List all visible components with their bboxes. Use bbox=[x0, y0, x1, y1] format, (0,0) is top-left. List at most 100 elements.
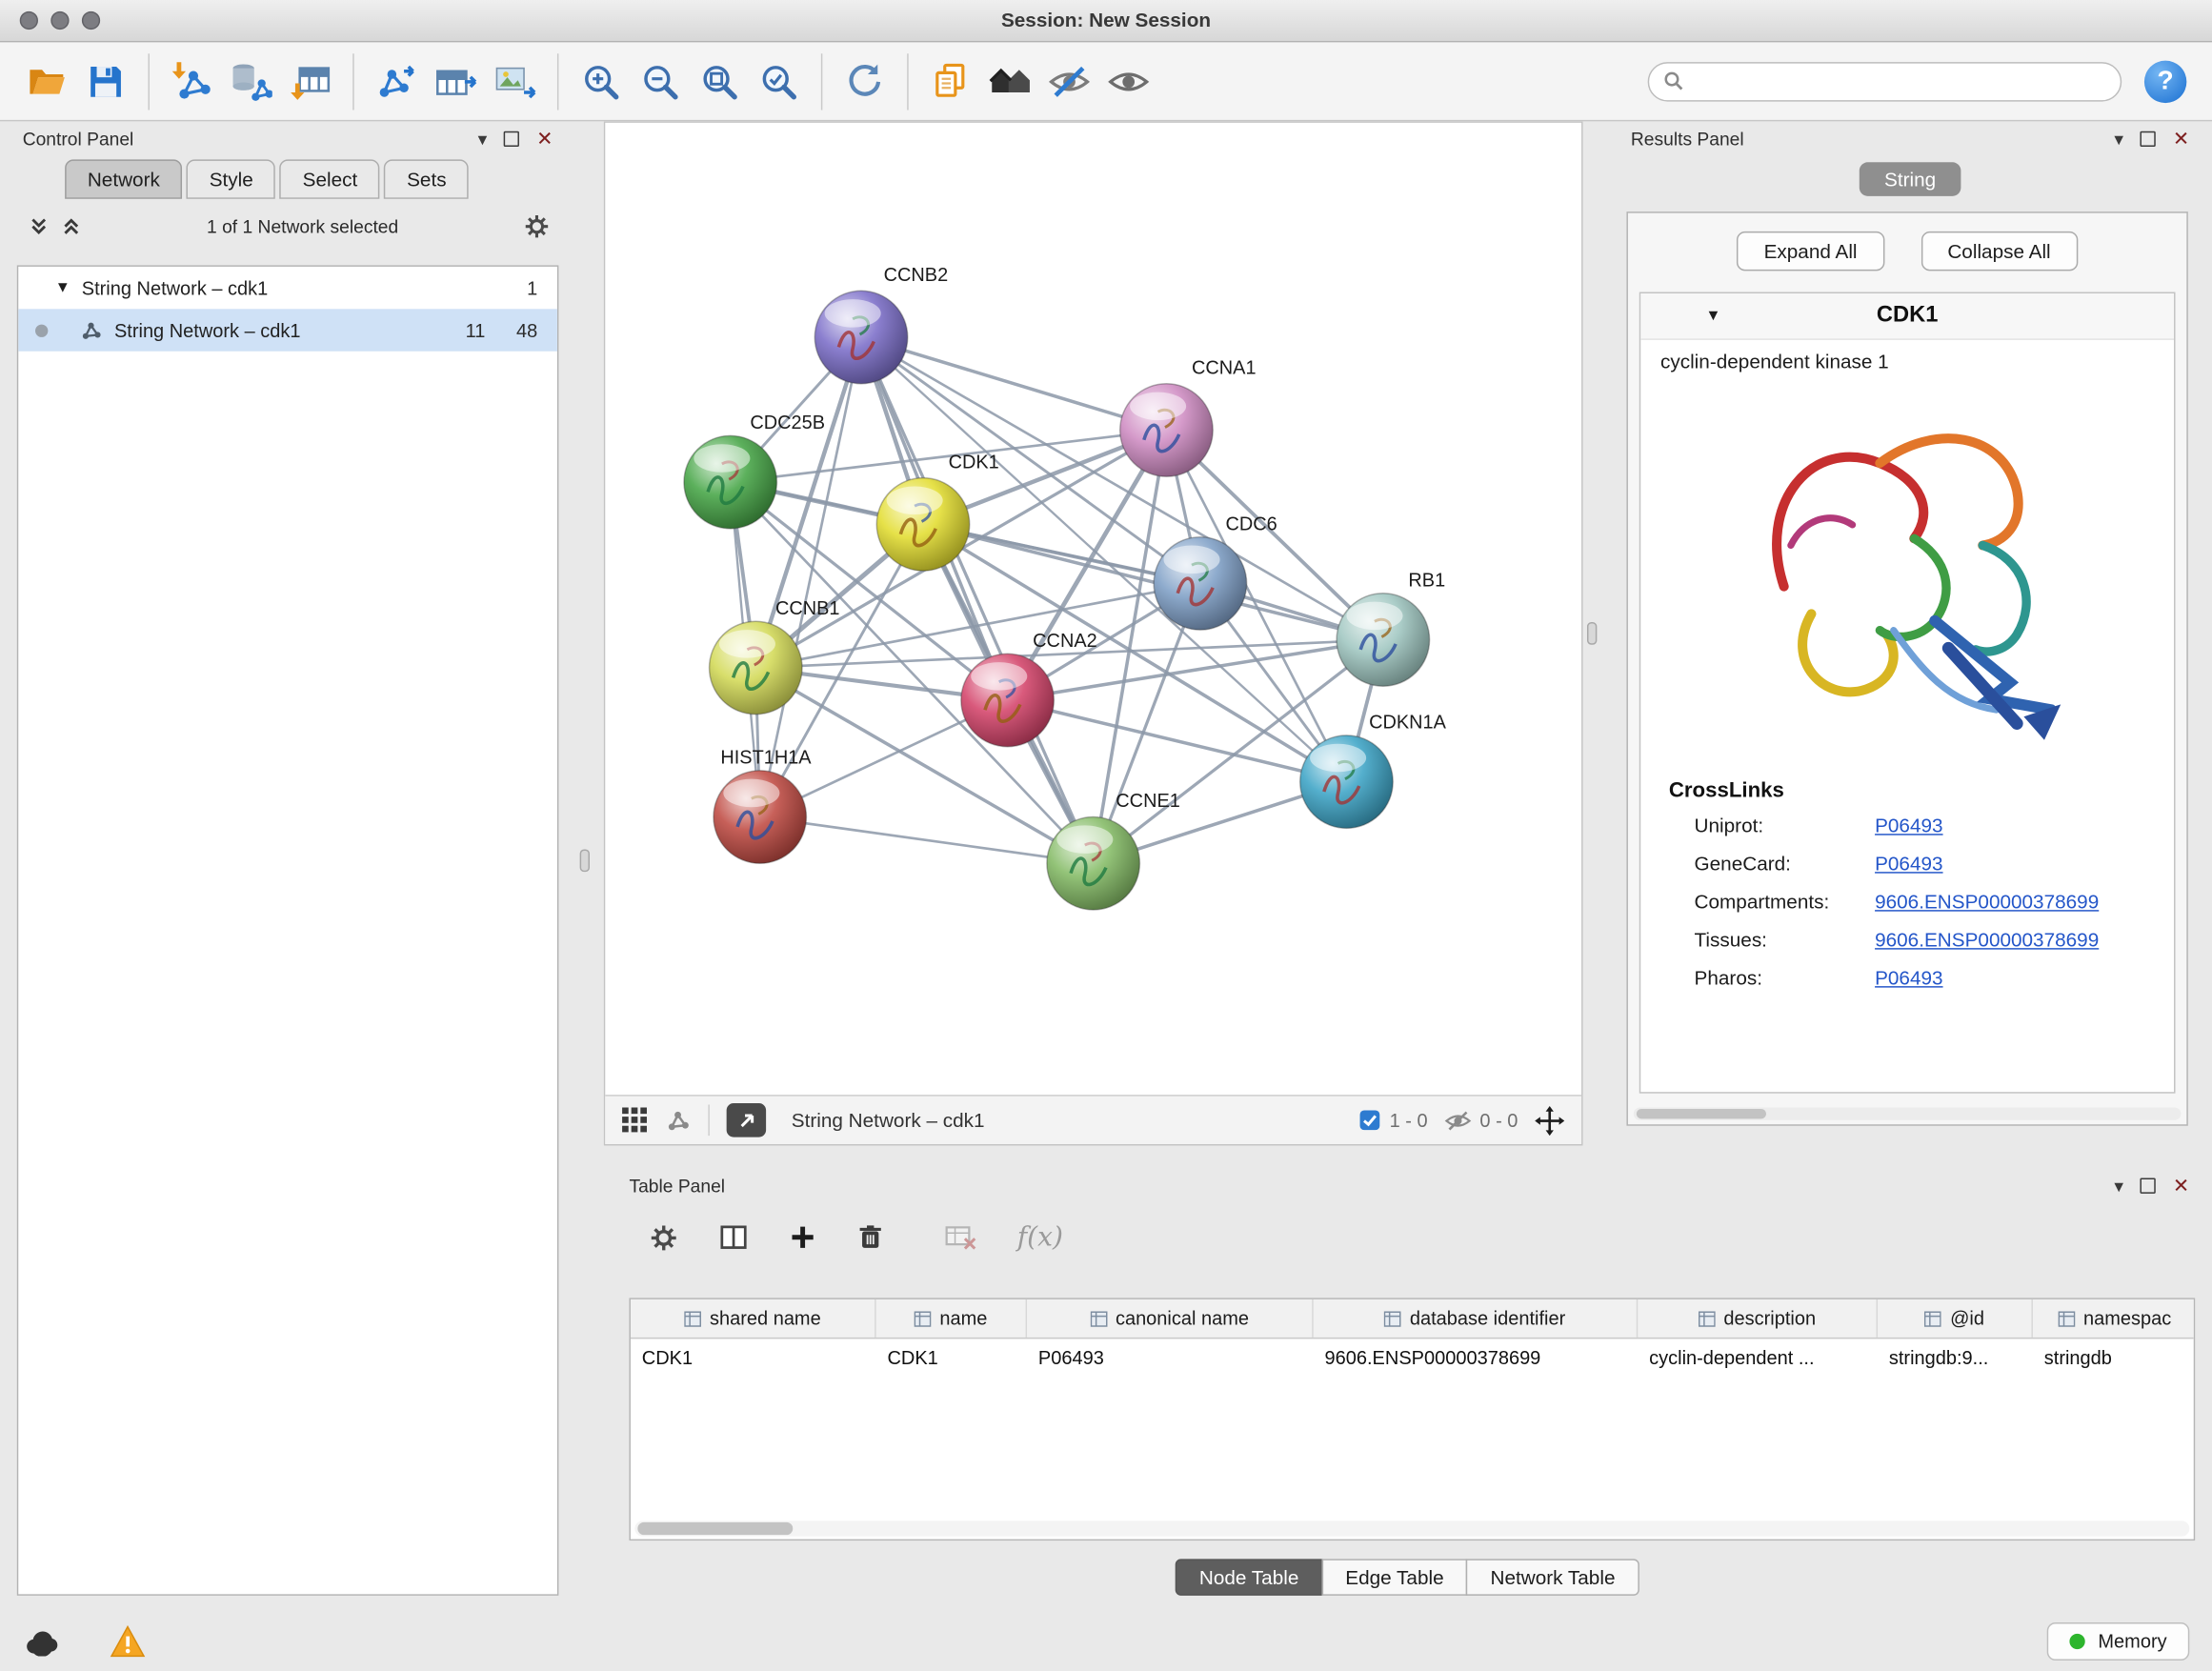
search-icon bbox=[1663, 70, 1684, 91]
delete-table-button[interactable] bbox=[944, 1220, 978, 1255]
tab-edge-table[interactable]: Edge Table bbox=[1321, 1559, 1468, 1596]
import-network-from-database-button[interactable] bbox=[221, 51, 280, 111]
show-columns-button[interactable] bbox=[718, 1221, 750, 1253]
apply-layout-button[interactable] bbox=[835, 51, 895, 111]
export-image-button[interactable] bbox=[485, 51, 544, 111]
save-session-button[interactable] bbox=[76, 51, 135, 111]
grid-view-icon[interactable] bbox=[622, 1107, 648, 1133]
panel-menu-icon[interactable]: ▾ bbox=[478, 129, 488, 147]
window-minimize-button[interactable] bbox=[50, 11, 69, 30]
panel-close-icon[interactable]: ✕ bbox=[2173, 129, 2189, 149]
panel-float-icon[interactable] bbox=[2141, 131, 2156, 146]
node-label-CDC25B: CDC25B bbox=[750, 413, 825, 433]
cloud-status-button[interactable] bbox=[23, 1627, 62, 1656]
protein-full-name: cyclin-dependent kinase 1 bbox=[1640, 340, 2174, 375]
collapse-all-icon[interactable] bbox=[29, 216, 50, 237]
zoom-fit-button[interactable] bbox=[690, 51, 749, 111]
panel-menu-icon[interactable]: ▾ bbox=[2114, 129, 2123, 147]
column-header[interactable]: shared name bbox=[631, 1299, 876, 1338]
results-tab-string[interactable]: String bbox=[1860, 162, 1961, 196]
network-options-gear-icon[interactable] bbox=[523, 213, 550, 240]
collapse-all-button[interactable]: Collapse All bbox=[1920, 232, 2078, 271]
network-row-selected[interactable]: String Network – cdk1 11 48 bbox=[18, 309, 557, 351]
memory-button[interactable]: Memory bbox=[2047, 1622, 2189, 1661]
expand-all-icon[interactable] bbox=[61, 216, 82, 237]
window-zoom-button[interactable] bbox=[82, 11, 100, 30]
panel-close-icon[interactable]: ✕ bbox=[536, 129, 553, 149]
network-canvas[interactable]: CCNB2CCNA1CDC25BCDK1CDC6RB1CCNB1CCNA2CDK… bbox=[605, 123, 1581, 1095]
column-header[interactable]: namespac bbox=[2033, 1299, 2195, 1338]
network-edge[interactable] bbox=[861, 337, 1094, 863]
network-collection-row[interactable]: ▼ String Network – cdk1 1 bbox=[18, 267, 557, 309]
network-edge[interactable] bbox=[760, 817, 1094, 864]
protein-section-header[interactable]: ▼ CDK1 bbox=[1640, 293, 2174, 340]
control-panel: Control Panel ▾ ✕ Network Style Select S… bbox=[11, 121, 564, 1601]
delete-column-button[interactable] bbox=[856, 1223, 885, 1252]
node-label-CCNB1: CCNB1 bbox=[775, 598, 840, 619]
crosslinks-title: CrossLinks bbox=[1669, 778, 2174, 802]
help-button[interactable]: ? bbox=[2144, 60, 2186, 102]
tab-sets[interactable]: Sets bbox=[384, 159, 469, 198]
zoom-selected-button[interactable] bbox=[749, 51, 808, 111]
external-arrow-icon bbox=[737, 1111, 755, 1129]
crosslink-link[interactable]: P06493 bbox=[1875, 966, 1942, 989]
network-edge[interactable] bbox=[861, 337, 1166, 430]
crosslink-link[interactable]: 9606.ENSP00000378699 bbox=[1875, 890, 2099, 913]
search-input[interactable] bbox=[1693, 70, 2106, 93]
zoom-in-button[interactable] bbox=[572, 51, 631, 111]
add-column-button[interactable] bbox=[789, 1223, 817, 1252]
network-edge[interactable] bbox=[760, 337, 861, 817]
left-splitter-handle[interactable] bbox=[580, 849, 590, 872]
import-network-from-file-button[interactable] bbox=[162, 51, 221, 111]
column-header[interactable]: canonical name bbox=[1027, 1299, 1314, 1338]
network-view-icon[interactable] bbox=[664, 1107, 691, 1134]
pan-crosshair-icon[interactable] bbox=[1535, 1105, 1564, 1135]
panel-float-icon[interactable] bbox=[2141, 1178, 2156, 1193]
tab-network-table[interactable]: Network Table bbox=[1466, 1559, 1639, 1596]
show-graphics-button[interactable] bbox=[1099, 51, 1158, 111]
right-splitter-handle[interactable] bbox=[1587, 622, 1597, 645]
collapse-triangle-icon[interactable]: ▼ bbox=[55, 279, 70, 296]
table-row[interactable]: CDK1 CDK1 P06493 9606.ENSP00000378699 cy… bbox=[631, 1339, 2194, 1376]
status-bar: Memory bbox=[0, 1607, 2212, 1671]
panel-close-icon[interactable]: ✕ bbox=[2173, 1176, 2189, 1196]
hidden-eye-slash-icon bbox=[1444, 1107, 1471, 1134]
tab-network[interactable]: Network bbox=[65, 159, 182, 198]
expand-all-button[interactable]: Expand All bbox=[1737, 232, 1883, 271]
open-folder-icon bbox=[26, 60, 68, 102]
publications-button[interactable] bbox=[921, 51, 980, 111]
results-horizontal-scrollbar[interactable] bbox=[1634, 1107, 2182, 1119]
home-button[interactable] bbox=[980, 51, 1039, 111]
crosslink-link[interactable]: P06493 bbox=[1875, 814, 1942, 836]
hide-graphics-button[interactable] bbox=[1039, 51, 1098, 111]
open-file-button[interactable] bbox=[17, 51, 76, 111]
table-horizontal-scrollbar[interactable] bbox=[634, 1520, 2189, 1536]
export-network-button[interactable] bbox=[367, 51, 426, 111]
column-header[interactable]: name bbox=[876, 1299, 1027, 1338]
function-builder-icon[interactable]: f(x) bbox=[1017, 1221, 1063, 1253]
tab-node-table[interactable]: Node Table bbox=[1176, 1559, 1323, 1596]
toolbar-separator bbox=[557, 53, 558, 110]
node-label-CDC6: CDC6 bbox=[1225, 513, 1277, 534]
tab-select[interactable]: Select bbox=[280, 159, 380, 198]
birdseye-view-button[interactable] bbox=[727, 1103, 766, 1137]
column-header[interactable]: description bbox=[1638, 1299, 1878, 1338]
panel-menu-icon[interactable]: ▾ bbox=[2114, 1176, 2123, 1194]
node-label-CCNB2: CCNB2 bbox=[884, 265, 949, 286]
tab-style[interactable]: Style bbox=[187, 159, 275, 198]
table-options-button[interactable] bbox=[649, 1222, 678, 1252]
import-database-icon bbox=[230, 60, 271, 102]
crosslink-link[interactable]: 9606.ENSP00000378699 bbox=[1875, 928, 2099, 951]
column-header[interactable]: @id bbox=[1878, 1299, 2033, 1338]
zoom-out-button[interactable] bbox=[631, 51, 690, 111]
export-table-button[interactable] bbox=[426, 51, 485, 111]
export-image-icon bbox=[493, 60, 535, 102]
window-close-button[interactable] bbox=[20, 11, 38, 30]
hidden-node-edge-counts: 0 - 0 bbox=[1479, 1110, 1518, 1131]
import-table-button[interactable] bbox=[281, 51, 340, 111]
warnings-button[interactable] bbox=[111, 1625, 146, 1658]
crosslink-link[interactable]: P06493 bbox=[1875, 852, 1942, 875]
panel-float-icon[interactable] bbox=[504, 131, 519, 146]
collapse-triangle-icon[interactable]: ▼ bbox=[1705, 308, 1720, 325]
column-header[interactable]: database identifier bbox=[1314, 1299, 1639, 1338]
